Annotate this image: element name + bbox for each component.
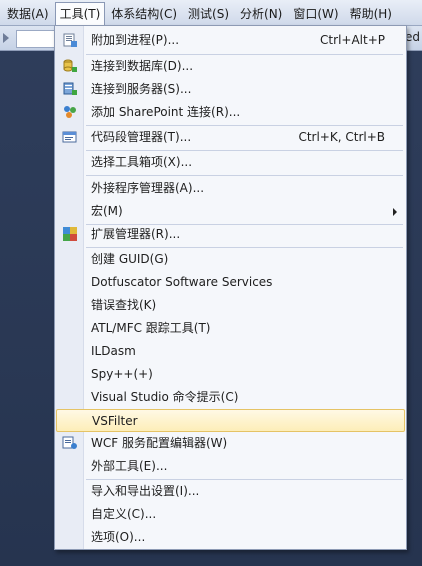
database-connect-icon: [63, 59, 77, 72]
menu-item-label: 选择工具箱项(X)...: [91, 155, 193, 169]
menu-item-label: 自定义(C)...: [91, 507, 157, 521]
menu-item-label: WCF 服务配置编辑器(W): [91, 436, 228, 450]
menu-item-addin-manager[interactable]: 外接程序管理器(A)...: [56, 177, 405, 200]
menu-item-label: Spy++(+): [91, 367, 153, 381]
menu-item-macros[interactable]: 宏(M): [56, 200, 405, 223]
menu-test[interactable]: 测试(S): [183, 2, 234, 24]
menu-item-label: 外接程序管理器(A)...: [91, 181, 205, 195]
extension-manager-icon: [63, 227, 77, 241]
menu-item-label: 宏(M): [91, 204, 123, 218]
menu-item-label: Dotfuscator Software Services: [91, 275, 273, 289]
play-arrow-icon[interactable]: [3, 33, 9, 43]
menu-item-error-lookup[interactable]: 错误查找(K): [56, 294, 405, 317]
menu-item-connect-database[interactable]: 连接到数据库(D)...: [56, 55, 405, 78]
menu-item-label: 选项(O)...: [91, 530, 146, 544]
menu-item-label: 创建 GUID(G): [91, 252, 169, 266]
menu-item-label: 添加 SharePoint 连接(R)...: [91, 105, 241, 119]
menu-item-vsfilter[interactable]: VSFilter: [56, 409, 405, 432]
menu-item-shortcut: Ctrl+K, Ctrl+B: [298, 130, 385, 144]
separator: [86, 175, 403, 176]
sharepoint-icon: [64, 106, 76, 118]
menu-item-attach-to-process[interactable]: 附加到进程(P)... Ctrl+Alt+P: [56, 29, 405, 52]
menu-item-label: 错误查找(K): [91, 298, 157, 312]
menu-item-code-snippets[interactable]: 代码段管理器(T)... Ctrl+K, Ctrl+B: [56, 126, 405, 149]
server-connect-icon: [63, 82, 77, 95]
menu-item-label: ILDasm: [91, 344, 136, 358]
menu-analyze[interactable]: 分析(N): [235, 2, 287, 24]
menu-item-external-tools[interactable]: 外部工具(E)...: [56, 455, 405, 478]
menu-item-shortcut: Ctrl+Alt+P: [320, 33, 385, 47]
wcf-config-icon: [62, 436, 77, 449]
menu-item-ildasm[interactable]: ILDasm: [56, 340, 405, 363]
menu-item-add-sharepoint[interactable]: 添加 SharePoint 连接(R)...: [56, 101, 405, 124]
toolbar-partial-text: ed: [405, 30, 420, 44]
menu-item-choose-toolbox[interactable]: 选择工具箱项(X)...: [56, 151, 405, 174]
menu-item-label: VSFilter: [92, 414, 138, 428]
menu-item-wcf-config-editor[interactable]: WCF 服务配置编辑器(W): [56, 432, 405, 455]
menu-item-spy[interactable]: Spy++(+): [56, 363, 405, 386]
menu-item-options[interactable]: 选项(O)...: [56, 526, 405, 549]
menu-item-label: 代码段管理器(T)...: [91, 130, 192, 144]
menu-window[interactable]: 窗口(W): [288, 2, 343, 24]
menu-item-label: 连接到服务器(S)...: [91, 82, 192, 96]
menu-help[interactable]: 帮助(H): [345, 2, 397, 24]
menu-item-label: Visual Studio 命令提示(C): [91, 390, 239, 404]
menu-item-label: ATL/MFC 跟踪工具(T): [91, 321, 211, 335]
menu-item-label: 外部工具(E)...: [91, 459, 168, 473]
menu-item-import-export-settings[interactable]: 导入和导出设置(I)...: [56, 480, 405, 503]
attach-process-icon: [63, 33, 77, 47]
menu-bar: 数据(A) 工具(T) 体系结构(C) 测试(S) 分析(N) 窗口(W) 帮助…: [0, 0, 422, 26]
menu-item-atl-mfc-trace[interactable]: ATL/MFC 跟踪工具(T): [56, 317, 405, 340]
menu-item-dotfuscator[interactable]: Dotfuscator Software Services: [56, 271, 405, 294]
menu-architecture[interactable]: 体系结构(C): [106, 2, 182, 24]
submenu-arrow-icon: [393, 208, 397, 216]
menu-item-label: 连接到数据库(D)...: [91, 59, 194, 73]
menu-item-extension-manager[interactable]: 扩展管理器(R)...: [56, 223, 405, 246]
menu-item-label: 扩展管理器(R)...: [91, 227, 181, 241]
ide-window: 数据(A) 工具(T) 体系结构(C) 测试(S) 分析(N) 窗口(W) 帮助…: [0, 0, 422, 566]
menu-item-customize[interactable]: 自定义(C)...: [56, 503, 405, 526]
menu-item-label: 附加到进程(P)...: [91, 33, 180, 47]
menu-item-create-guid[interactable]: 创建 GUID(G): [56, 248, 405, 271]
menu-tools[interactable]: 工具(T): [54, 1, 106, 26]
menu-item-label: 导入和导出设置(I)...: [91, 484, 200, 498]
menu-data[interactable]: 数据(A): [2, 2, 54, 24]
code-snippets-icon: [62, 131, 77, 143]
menu-item-vs-command-prompt[interactable]: Visual Studio 命令提示(C): [56, 386, 405, 409]
menu-item-connect-server[interactable]: 连接到服务器(S)...: [56, 78, 405, 101]
tools-dropdown-menu: 附加到进程(P)... Ctrl+Alt+P 连接到数据库(D)... 连接到服…: [54, 25, 407, 550]
